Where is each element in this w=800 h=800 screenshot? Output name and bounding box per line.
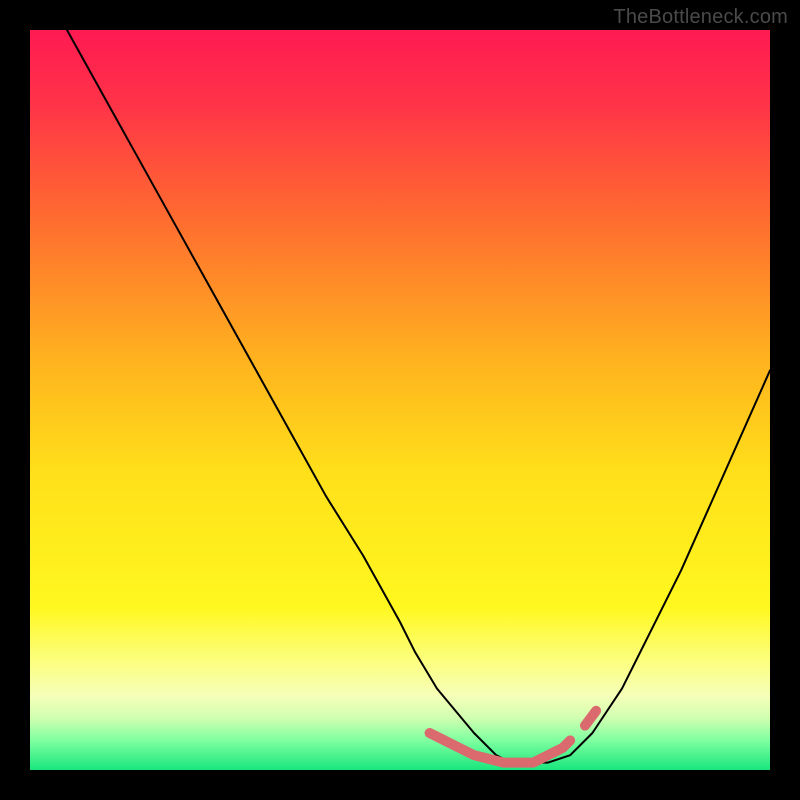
series-bottleneck-curve	[67, 30, 770, 763]
plot-area	[30, 30, 770, 770]
chart-frame: TheBottleneck.com	[0, 0, 800, 800]
attribution-text: TheBottleneck.com	[613, 6, 788, 29]
curve-layer	[30, 30, 770, 770]
series-bottleneck-highlight	[430, 733, 571, 763]
series-bottleneck-highlight-right-dot	[585, 711, 596, 726]
